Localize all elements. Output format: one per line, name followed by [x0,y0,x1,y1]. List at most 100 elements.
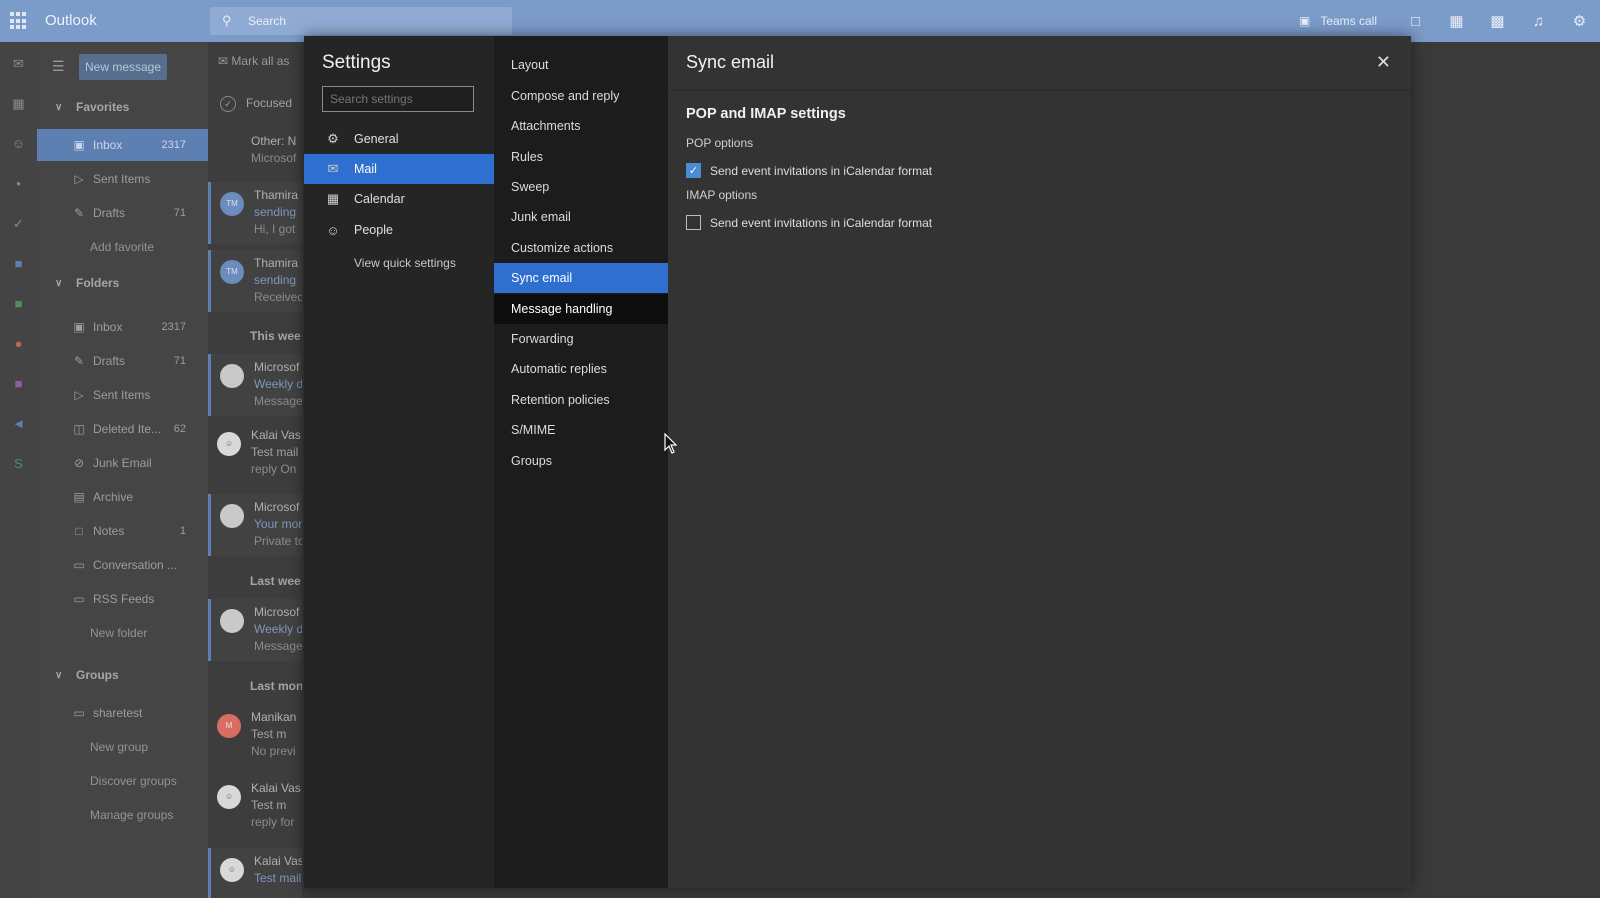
other-label: Other: N [251,134,297,148]
todo-icon[interactable]: ✓ [0,216,37,232]
favorite-drafts[interactable]: ✎ Drafts 71 [37,197,208,229]
manage-groups-link[interactable]: Manage groups [90,808,173,822]
new-message-button[interactable]: New message [79,54,167,80]
onenote-app-icon[interactable]: ■ [0,376,37,391]
settings-category-mail[interactable]: ✉ Mail [304,154,494,184]
message-item[interactable]: ☺ Kalai Vas Test mail reply On [208,422,302,484]
close-icon[interactable]: ✕ [1376,52,1391,73]
folder-rss-feeds[interactable]: ▭ RSS Feeds [37,583,208,615]
calendar-icon[interactable]: ▦ [0,96,37,112]
folders-header[interactable]: ∨ Folders [37,268,208,298]
other-inbox-summary[interactable]: Other: N Microsof [208,128,302,190]
add-favorite-link[interactable]: Add favorite [90,240,154,254]
nav-label: sharetest [93,706,143,720]
favorite-sent-items[interactable]: ▷ Sent Items [37,163,208,195]
search-settings-input[interactable] [322,86,474,112]
excel-app-icon[interactable]: ■ [0,296,37,311]
settings-dialog: Settings ⚙ General ✉ Mail ▦ Calendar ☺ P… [304,36,1411,888]
folder-inbox[interactable]: ▣ Inbox 2317 [37,311,208,343]
preview: Received [254,290,302,304]
settings-category-calendar[interactable]: ▦ Calendar [304,184,494,214]
section-rules[interactable]: Rules [494,142,668,172]
section-forwarding[interactable]: Forwarding [494,324,668,354]
section-customize-actions[interactable]: Customize actions [494,233,668,263]
section-layout[interactable]: Layout [494,50,668,80]
section-label: Sweep [511,180,550,194]
pop-icalendar-checkbox-row[interactable]: ✓ Send event invitations in iCalendar fo… [686,163,932,178]
message-item[interactable]: TM Thamira sending Received [208,250,302,312]
section-sync-email[interactable]: Sync email [494,263,668,293]
avatar: TM [220,260,244,284]
section-label: Retention policies [511,393,610,407]
checkbox-label: Send event invitations in iCalendar form… [710,163,933,178]
group-sharetest[interactable]: ▭ sharetest [37,697,208,729]
nav-label: Conversation ... [93,558,178,572]
imap-icalendar-checkbox-row[interactable]: Send event invitations in iCalendar form… [686,215,932,230]
settings-category-general[interactable]: ⚙ General [304,124,494,154]
view-quick-settings-link[interactable]: View quick settings [354,256,456,270]
mark-all-read-button[interactable]: ✉ Mark all as [218,54,289,68]
pencil-icon: ✎ [73,206,85,220]
word-app-icon[interactable]: ■ [0,256,37,271]
sway-app-icon[interactable]: S [0,456,37,471]
pop-icalendar-checkbox[interactable]: ✓ [686,163,701,178]
folder-junk-email[interactable]: ⊘ Junk Email [37,447,208,479]
section-groups[interactable]: Groups [494,446,668,476]
people-icon[interactable]: ☺ [0,136,37,151]
new-folder-link[interactable]: New folder [90,626,147,640]
paperclip-icon[interactable]: • [0,176,37,191]
chat-icon[interactable]: □ [1395,13,1436,30]
folder-notes[interactable]: □ Notes 1 [37,515,208,547]
favorite-inbox[interactable]: ▣ Inbox 2317 [37,129,208,161]
favorites-header[interactable]: ∨ Favorites [37,92,208,122]
bell-icon[interactable]: ♫ [1518,13,1559,30]
word-icon[interactable]: ▦ [1436,12,1477,30]
folder-archive[interactable]: ▤ Archive [37,481,208,513]
search-box[interactable]: ⚲ Search [210,7,512,35]
sender: Kalai Vas [254,854,302,868]
app-title[interactable]: Outlook [45,12,97,29]
gear-icon[interactable]: ⚙ [1559,12,1600,30]
section-compose-and-reply[interactable]: Compose and reply [494,81,668,111]
imap-icalendar-checkbox[interactable] [686,215,701,230]
yammer-app-icon[interactable]: ◄ [0,416,37,431]
sender: Microsof [254,360,300,374]
folder-drafts[interactable]: ✎ Drafts 71 [37,345,208,377]
section-smime[interactable]: S/MIME [494,415,668,445]
mail-icon[interactable]: ✉ [0,56,37,72]
groups-header[interactable]: ∨ Groups [37,660,208,690]
section-attachments[interactable]: Attachments [494,111,668,141]
folder-deleted-items[interactable]: ◫ Deleted Ite... 62 [37,413,208,445]
section-junk-email[interactable]: Junk email [494,202,668,232]
feedback-icon[interactable]: ▩ [1477,12,1518,30]
message-item[interactable]: ☺ Kalai Vas Test mail EWS with att [208,848,302,898]
microsoft-logo-icon [220,504,244,528]
teams-call-button[interactable]: ▣ Teams call [1299,14,1377,28]
sender: Microsof [254,500,300,514]
new-group-link[interactable]: New group [90,740,148,754]
section-label: Junk email [511,210,571,224]
subject: sending [254,273,297,287]
section-automatic-replies[interactable]: Automatic replies [494,354,668,384]
subject: Test m [251,798,287,812]
message-item[interactable]: Microsof Your mor Private to [208,494,302,556]
discover-groups-link[interactable]: Discover groups [90,774,177,788]
app-rail: ✉ ▦ ☺ • ✓ ■ ■ ● ■ ◄ S [0,42,37,898]
message-item[interactable]: ☺ Kalai Vas Test m reply for [208,775,302,837]
hamburger-icon[interactable]: ☰ [52,58,65,75]
folder-conversation-history[interactable]: ▭ Conversation ... [37,549,208,581]
section-retention-policies[interactable]: Retention policies [494,385,668,415]
message-item[interactable]: M Manikan Test m No previ [208,704,302,766]
section-sweep[interactable]: Sweep [494,172,668,202]
powerpoint-app-icon[interactable]: ● [0,336,37,351]
mail-settings-sections: Layout Compose and reply Attachments Rul… [494,36,668,888]
message-item[interactable]: TM Thamira sending Hi, I got [208,182,302,244]
settings-category-people[interactable]: ☺ People [304,215,494,245]
chevron-down-icon: ∨ [55,101,63,113]
folder-sent-items[interactable]: ▷ Sent Items [37,379,208,411]
message-item[interactable]: Microsof Weekly d Message [208,599,302,661]
focused-tab[interactable]: ✓ Focused [220,96,292,112]
section-message-handling[interactable]: Message handling [494,294,668,324]
app-launcher-icon[interactable] [10,12,28,30]
message-item[interactable]: Microsof Weekly d Message [208,354,302,416]
